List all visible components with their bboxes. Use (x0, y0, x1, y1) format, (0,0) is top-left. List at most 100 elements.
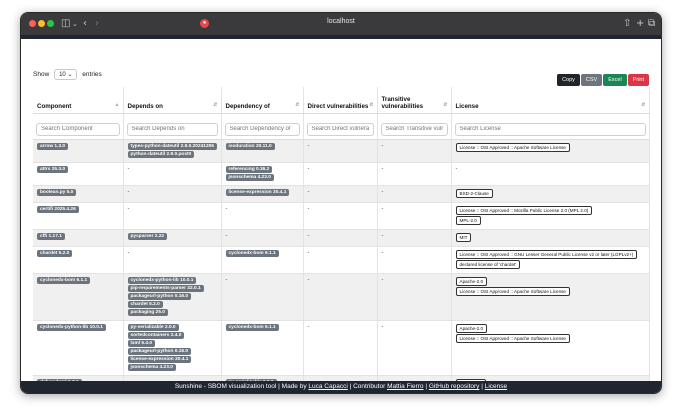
component-cell: certifi 2025.4.26 (33, 202, 124, 230)
direct-vulnerabilities-cell: - (303, 246, 378, 274)
direct-vulnerabilities-cell: - (303, 273, 378, 321)
direct-vulnerabilities-value: - (307, 249, 310, 256)
show-label: Show (33, 71, 50, 78)
excel-button[interactable]: Excel (603, 74, 627, 86)
component-badge: certifi 2025.4.26 (37, 205, 79, 213)
header-transitive-vulnerabilities[interactable]: Transitive vulnerabilities ⇵ (377, 87, 452, 114)
new-tab-icon[interactable]: + (636, 17, 644, 31)
component-badge: arrow 1.3.0 (37, 142, 69, 150)
dependency-badge: pycparser 2.22 (127, 232, 168, 240)
transitive-vulnerabilities-value: - (381, 276, 384, 283)
address-bar[interactable]: localhost (21, 18, 661, 25)
dependency-badge: license-expression 30.4.1 (127, 355, 192, 363)
direct-vulnerabilities-value: - (307, 323, 310, 330)
dependency-badge: chardet 5.2.0 (127, 300, 163, 308)
entries-select[interactable]: 10 ⌄ (54, 69, 78, 80)
dependency-of-cell: referencing 0.36.2 jsonschema 4.23.0 (221, 162, 304, 186)
dependency-badge: packageurl-python 0.16.0 (127, 292, 192, 300)
direct-vulnerabilities-cell: - (303, 139, 378, 163)
depends-on-cell: - (123, 185, 222, 203)
component-badge: chardet 5.2.0 (37, 249, 73, 257)
table-row: cyclonedx-bom 6.1.1 cyclonedx-python-lib … (33, 273, 650, 321)
component-cell: boolean.py 5.0 (33, 185, 124, 203)
author-link[interactable]: Luca Capacci (308, 383, 347, 390)
dependent-badge: cyclonedx-bom 6.1.1 (225, 323, 279, 331)
sort-icon: ⇵ (443, 102, 448, 108)
transitive-vulnerabilities-value: - (381, 165, 384, 172)
table-row: boolean.py 5.0 - license-expression 30.4.1… (33, 185, 650, 203)
print-button[interactable]: Print (627, 74, 649, 86)
header-license[interactable]: License ⇵ (451, 87, 650, 114)
transitive-vulnerabilities-cell: - (377, 246, 452, 274)
search-component-input[interactable] (36, 122, 120, 136)
transitive-vulnerabilities-cell: - (377, 202, 452, 230)
filter-cell (303, 113, 378, 140)
empty-value: - (455, 165, 458, 172)
component-cell: chardet 5.2.0 (33, 246, 124, 274)
share-icon[interactable]: ⇧ (623, 17, 631, 31)
tab-overview-icon[interactable]: ⧉ (648, 17, 655, 31)
dependency-of-cell: cyclonedx-bom 6.1.1 (221, 246, 304, 274)
depends-on-cell: - (123, 246, 222, 274)
footer-text: Sunshine - SBOM visualization tool | Mad… (174, 383, 309, 390)
components-table: Component ▲ Depends on ⇵ Dependency of ⇵ Di… (33, 87, 650, 381)
direct-vulnerabilities-cell: - (303, 320, 378, 376)
header-direct-vulnerabilities[interactable]: Direct vulnerabilities ⇵ (303, 87, 378, 114)
page-footer: Sunshine - SBOM visualization tool | Mad… (21, 381, 661, 393)
dependency-badge: sortedcontainers 2.4.0 (127, 331, 185, 339)
component-badge: cyclonedx-python-lib 10.0.1 (37, 323, 106, 331)
header-label: Dependency of (225, 103, 270, 110)
component-cell: attrs 25.3.0 (33, 162, 124, 186)
transitive-vulnerabilities-value: - (381, 232, 384, 239)
license-link[interactable]: License (485, 383, 507, 390)
header-label: Direct vulnerabilities (307, 103, 369, 110)
search-depends-on-input[interactable] (126, 122, 218, 136)
direct-vulnerabilities-cell: - (303, 162, 378, 186)
search-transitive-vulnerabilities-input[interactable] (380, 122, 448, 136)
depends-on-cell: cyclonedx-python-lib 10.0.1 pip-requireme… (123, 273, 222, 321)
component-badge: attrs 25.3.0 (37, 165, 69, 173)
license-cell: - (451, 162, 650, 186)
dependency-badge: cyclonedx-python-lib 10.0.1 (127, 276, 197, 284)
copy-button[interactable]: Copy (557, 74, 580, 86)
dependency-of-cell: - (221, 229, 304, 247)
dependency-badge: py-serializable 2.0.0 (127, 323, 179, 331)
empty-value: - (127, 188, 130, 195)
search-direct-vulnerabilities-input[interactable] (306, 122, 374, 136)
table-row: certifi 2025.4.26 - - - - License :: OSI Appr… (33, 202, 650, 230)
dependency-badge: lxml 5.4.0 (127, 339, 156, 347)
sort-icon: ⇵ (369, 102, 374, 108)
license-cell: License :: OSI Approved :: Apache Softwa… (451, 139, 650, 163)
transitive-vulnerabilities-cell: - (377, 229, 452, 247)
empty-value: - (127, 165, 130, 172)
dependency-of-cell: license-expression 30.4.1 (221, 185, 304, 203)
table-body: arrow 1.3.0 types-python-dateutil 2.9.0.2… (33, 139, 650, 381)
entries-label: entries (82, 71, 102, 78)
empty-value: - (225, 232, 228, 239)
dependency-of-cell: isoduration 20.11.0 (221, 139, 304, 163)
direct-vulnerabilities-cell: - (303, 229, 378, 247)
search-dependency-of-input[interactable] (224, 122, 300, 136)
csv-button[interactable]: CSV (580, 74, 603, 86)
contributor-link[interactable]: Mattia Fierro (387, 383, 423, 390)
page-content: Show 10 ⌄ entries Copy CSV Excel Print Comp… (21, 35, 661, 381)
dependency-badge: python-dateutil 2.9.0.post0 (127, 150, 195, 158)
dependent-badge: jsonschema 4.23.0 (225, 173, 274, 181)
table-row: cyclonedx-python-lib 10.0.1 py-serializab… (33, 320, 650, 376)
github-repository-link[interactable]: GitHub repository (429, 383, 480, 390)
title-bar: ◫ ⌄ ‹ › ● localhost ⇧ + ⧉ (21, 13, 661, 35)
header-component[interactable]: Component ▲ (33, 87, 124, 114)
header-dependency-of[interactable]: Dependency of ⇵ (221, 87, 304, 114)
depends-on-cell: - (123, 202, 222, 230)
browser-window: ◫ ⌄ ‹ › ● localhost ⇧ + ⧉ Show 10 ⌄ entr… (20, 12, 662, 394)
transitive-vulnerabilities-cell: - (377, 320, 452, 376)
license-badge: License :: OSI Approved :: Apache Softwa… (455, 286, 570, 296)
table-row: chardet 5.2.0 - cyclonedx-bom 6.1.1 - - Licen… (33, 246, 650, 274)
header-depends-on[interactable]: Depends on ⇵ (123, 87, 222, 114)
sort-icon: ⇵ (295, 102, 300, 108)
depends-on-cell: pycparser 2.22 (123, 229, 222, 247)
search-license-input[interactable] (454, 122, 646, 136)
license-badge: Apache-2.0 (455, 323, 487, 333)
transitive-vulnerabilities-cell: - (377, 162, 452, 186)
direct-vulnerabilities-cell: - (303, 202, 378, 230)
